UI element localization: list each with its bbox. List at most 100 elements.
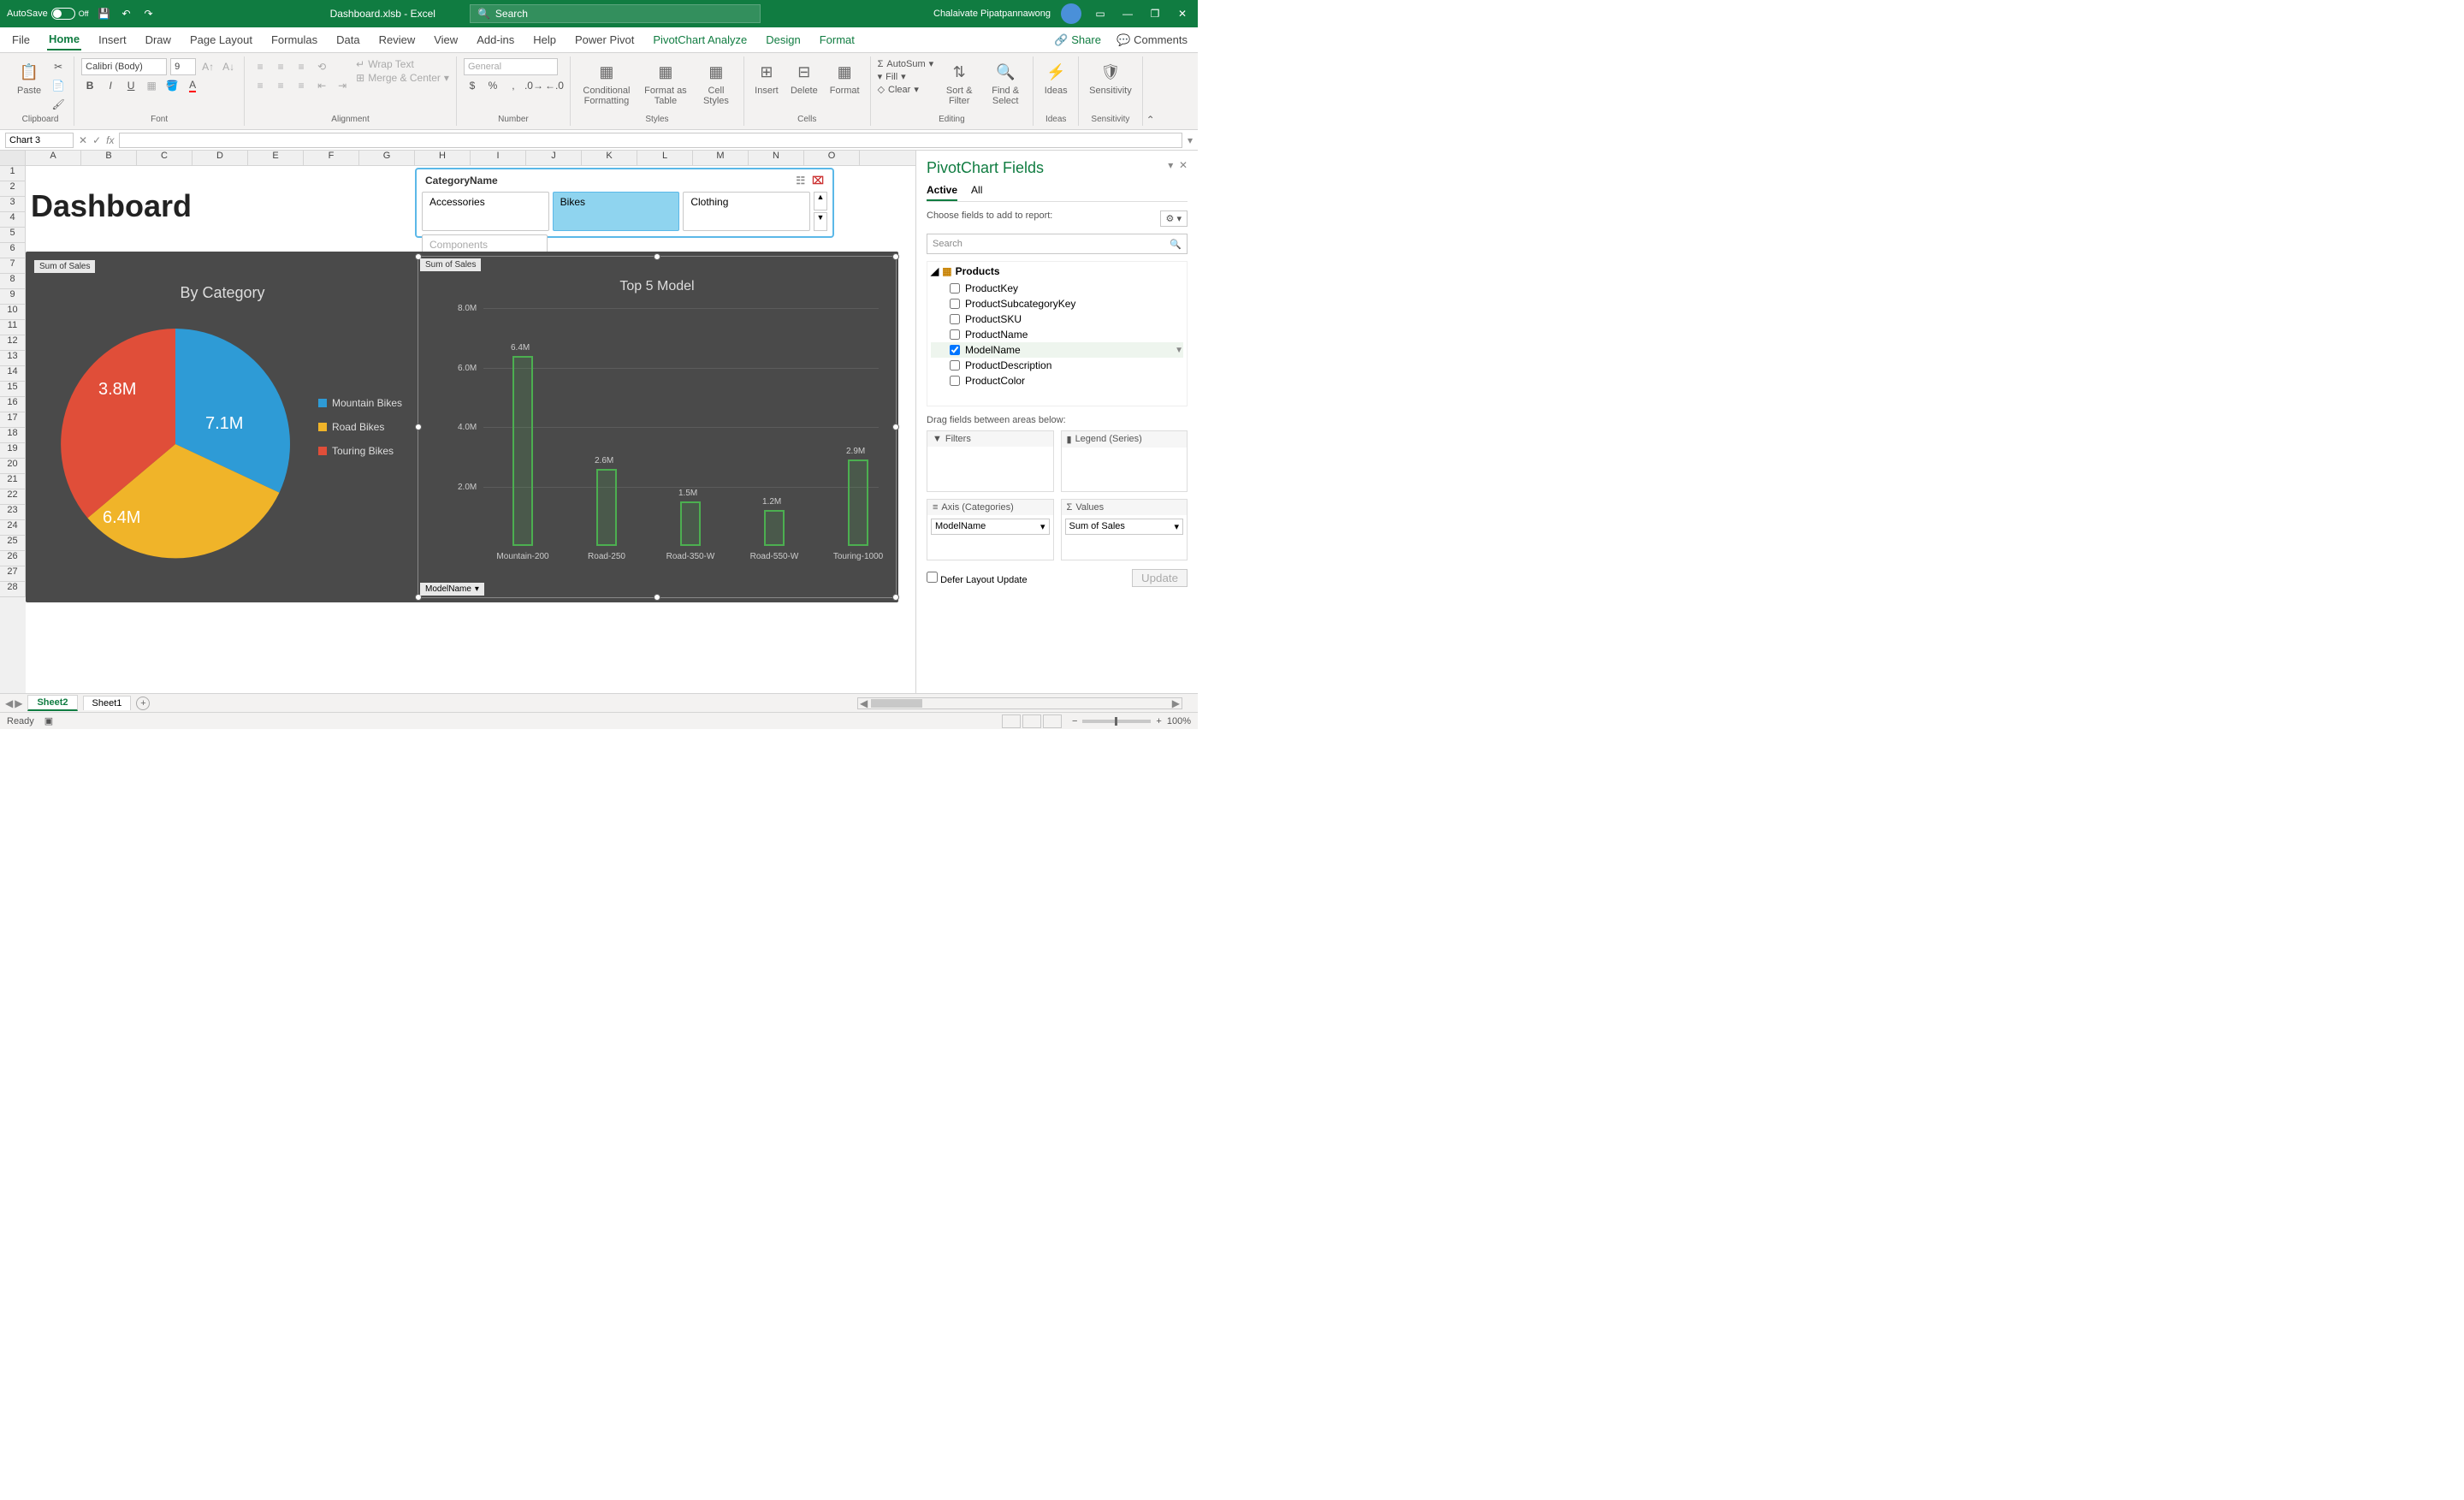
dec-decimal-icon[interactable]: ←.0 bbox=[546, 77, 563, 94]
autosave-toggle[interactable]: AutoSave Off bbox=[7, 8, 89, 20]
zone-filters[interactable]: ▼Filters bbox=[927, 430, 1054, 492]
avatar[interactable] bbox=[1061, 3, 1081, 24]
tab-format[interactable]: Format bbox=[818, 30, 856, 50]
tab-view[interactable]: View bbox=[432, 30, 459, 50]
add-sheet-button[interactable]: + bbox=[136, 697, 150, 710]
resize-handle[interactable] bbox=[892, 253, 899, 260]
field-checkbox[interactable] bbox=[950, 299, 960, 309]
undo-icon[interactable]: ↶ bbox=[118, 5, 135, 22]
field-search[interactable]: Search🔍 bbox=[927, 234, 1188, 254]
gear-icon[interactable]: ⚙ ▾ bbox=[1160, 210, 1188, 227]
align-left-icon[interactable]: ≡ bbox=[252, 77, 269, 94]
align-middle-icon[interactable]: ≡ bbox=[272, 58, 289, 75]
row-header[interactable]: 7 bbox=[0, 258, 26, 274]
sheet-tab-sheet1[interactable]: Sheet1 bbox=[83, 696, 132, 710]
field-item[interactable]: ProductSubcategoryKey bbox=[931, 296, 1183, 311]
macro-record-icon[interactable]: ▣ bbox=[44, 715, 53, 726]
column-header[interactable]: I bbox=[471, 151, 526, 165]
toggle-icon[interactable] bbox=[51, 8, 75, 20]
zoom-slider[interactable] bbox=[1082, 720, 1151, 723]
conditional-formatting-button[interactable]: ▦Conditional Formatting bbox=[578, 58, 636, 108]
sheet-tab-sheet2[interactable]: Sheet2 bbox=[27, 695, 77, 711]
row-header[interactable]: 12 bbox=[0, 335, 26, 351]
find-select-button[interactable]: 🔍Find & Select bbox=[985, 58, 1026, 108]
share-button[interactable]: 🔗 Share bbox=[1054, 33, 1101, 47]
font-size-selector[interactable]: 9 bbox=[170, 58, 196, 75]
model-filter-badge[interactable]: ModelName ▾ bbox=[420, 583, 484, 596]
tab-help[interactable]: Help bbox=[531, 30, 558, 50]
field-checkbox[interactable] bbox=[950, 376, 960, 386]
zone-legend[interactable]: ▮Legend (Series) bbox=[1061, 430, 1188, 492]
search-box[interactable]: 🔍 Search bbox=[470, 4, 761, 23]
format-table-button[interactable]: ▦Format as Table bbox=[641, 58, 690, 108]
wrap-text-button[interactable]: ↵ Wrap Text bbox=[356, 58, 449, 70]
fill-color-icon[interactable]: 🪣 bbox=[163, 77, 181, 94]
expand-formula-icon[interactable]: ▾ bbox=[1188, 134, 1193, 146]
align-right-icon[interactable]: ≡ bbox=[293, 77, 310, 94]
resize-handle[interactable] bbox=[654, 594, 660, 601]
row-header[interactable]: 26 bbox=[0, 551, 26, 566]
row-header[interactable]: 20 bbox=[0, 459, 26, 474]
column-header[interactable]: J bbox=[526, 151, 582, 165]
row-header[interactable]: 3 bbox=[0, 197, 26, 212]
field-list[interactable]: ◢▦Products ProductKeyProductSubcategoryK… bbox=[927, 261, 1188, 406]
field-checkbox[interactable] bbox=[950, 345, 960, 355]
comma-icon[interactable]: , bbox=[505, 77, 522, 94]
update-button[interactable]: Update bbox=[1132, 569, 1188, 587]
field-item[interactable]: ProductName bbox=[931, 327, 1183, 342]
row-header[interactable]: 14 bbox=[0, 366, 26, 382]
tab-file[interactable]: File bbox=[10, 30, 32, 50]
row-header[interactable]: 28 bbox=[0, 582, 26, 597]
maximize-icon[interactable]: ❐ bbox=[1146, 5, 1164, 22]
scroll-thumb[interactable] bbox=[871, 699, 922, 708]
field-item[interactable]: ProductKey bbox=[931, 281, 1183, 296]
pane-dropdown-icon[interactable]: ▾ bbox=[1168, 159, 1173, 171]
column-header[interactable]: O bbox=[804, 151, 860, 165]
row-header[interactable]: 13 bbox=[0, 351, 26, 366]
slicer[interactable]: CategoryName ☷⌧ Accessories Bikes Clothi… bbox=[415, 168, 834, 238]
slicer-item-accessories[interactable]: Accessories bbox=[422, 192, 549, 231]
column-header[interactable]: M bbox=[693, 151, 749, 165]
ideas-button[interactable]: ⚡Ideas bbox=[1040, 58, 1071, 98]
tab-draw[interactable]: Draw bbox=[144, 30, 173, 50]
row-header[interactable]: 27 bbox=[0, 566, 26, 582]
row-header[interactable]: 6 bbox=[0, 243, 26, 258]
close-icon[interactable]: ✕ bbox=[1174, 5, 1191, 22]
multiselect-icon[interactable]: ☷ bbox=[796, 175, 805, 187]
axis-item[interactable]: ModelName▾ bbox=[931, 519, 1050, 535]
align-bottom-icon[interactable]: ≡ bbox=[293, 58, 310, 75]
delete-cells-button[interactable]: ⊟Delete bbox=[787, 58, 821, 98]
font-color-icon[interactable]: A bbox=[184, 77, 201, 94]
pie-badge[interactable]: Sum of Sales bbox=[34, 260, 95, 273]
increase-font-icon[interactable]: A↑ bbox=[199, 58, 216, 75]
collapse-icon[interactable]: ◢ bbox=[931, 265, 939, 277]
row-header[interactable]: 24 bbox=[0, 520, 26, 536]
field-item[interactable]: ProductDescription bbox=[931, 358, 1183, 373]
field-checkbox[interactable] bbox=[950, 314, 960, 324]
ribbon-display-icon[interactable]: ▭ bbox=[1092, 5, 1109, 22]
horizontal-scrollbar[interactable]: ◀▶ bbox=[857, 697, 1182, 709]
clear-filter-icon[interactable]: ⌧ bbox=[812, 175, 824, 187]
row-header[interactable]: 19 bbox=[0, 443, 26, 459]
zoom-level[interactable]: 100% bbox=[1167, 716, 1191, 726]
field-checkbox[interactable] bbox=[950, 329, 960, 340]
row-header[interactable]: 21 bbox=[0, 474, 26, 489]
sensitivity-button[interactable]: 🛡Sensitivity bbox=[1086, 58, 1135, 98]
zoom-in-icon[interactable]: + bbox=[1156, 716, 1161, 726]
zone-axis[interactable]: ≡Axis (Categories)ModelName▾ bbox=[927, 499, 1054, 560]
copy-icon[interactable]: 📄 bbox=[50, 77, 67, 94]
underline-icon[interactable]: U bbox=[122, 77, 139, 94]
formula-input[interactable] bbox=[119, 133, 1182, 148]
tab-powerpivot[interactable]: Power Pivot bbox=[573, 30, 636, 50]
filter-icon[interactable]: ▼ bbox=[1175, 346, 1183, 355]
row-header[interactable]: 11 bbox=[0, 320, 26, 335]
clear-button[interactable]: ◇ Clear ▾ bbox=[878, 84, 934, 95]
column-header[interactable]: N bbox=[749, 151, 804, 165]
pane-tab-active[interactable]: Active bbox=[927, 184, 957, 201]
bar-chart[interactable]: Sum of Sales Top 5 Model 8.0M 6.0M 4.0M … bbox=[418, 256, 897, 598]
bar-badge[interactable]: Sum of Sales bbox=[420, 258, 481, 271]
row-header[interactable]: 15 bbox=[0, 382, 26, 397]
field-item[interactable]: ProductSKU bbox=[931, 311, 1183, 327]
zoom-out-icon[interactable]: − bbox=[1072, 716, 1077, 726]
tab-formulas[interactable]: Formulas bbox=[270, 30, 319, 50]
